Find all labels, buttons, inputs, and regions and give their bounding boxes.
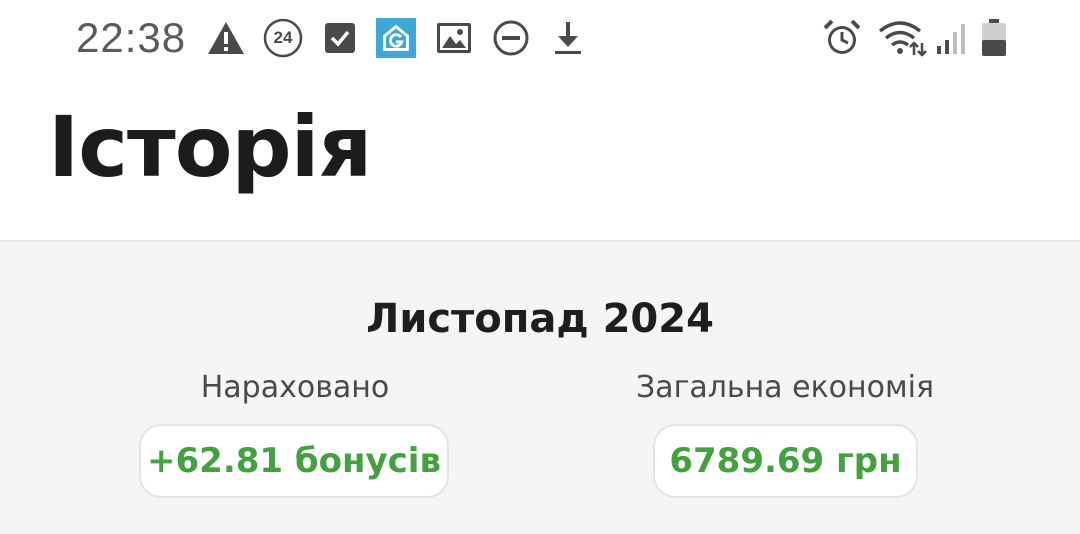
page-header: Історія bbox=[0, 76, 1080, 240]
battery-icon bbox=[974, 18, 1014, 58]
accrued-bonus-value: +62.81 бонусів bbox=[139, 424, 449, 498]
accrued-label: Нараховано bbox=[200, 370, 390, 405]
notification-24-label: 24 bbox=[273, 28, 293, 47]
warning-icon bbox=[206, 18, 246, 58]
month-summary: Листопад 2024 Нараховано +62.81 бонусів … bbox=[0, 242, 1080, 534]
wifi-icon bbox=[878, 18, 928, 58]
signal-icon bbox=[932, 18, 972, 58]
savings-label: Загальна економія bbox=[635, 370, 935, 405]
app-g-icon bbox=[376, 18, 416, 58]
image-icon bbox=[434, 18, 474, 58]
notification-24-icon: 24 bbox=[263, 18, 303, 58]
download-icon bbox=[548, 18, 588, 58]
dnd-icon bbox=[491, 18, 531, 58]
checkbox-icon bbox=[320, 18, 360, 58]
status-bar: 22:38 24 bbox=[0, 0, 1080, 76]
page-title: Історія bbox=[48, 98, 372, 196]
status-time: 22:38 bbox=[76, 14, 187, 61]
savings-value: 6789.69 грн bbox=[653, 424, 918, 498]
alarm-icon bbox=[822, 18, 862, 58]
month-title: Листопад 2024 bbox=[366, 296, 714, 342]
